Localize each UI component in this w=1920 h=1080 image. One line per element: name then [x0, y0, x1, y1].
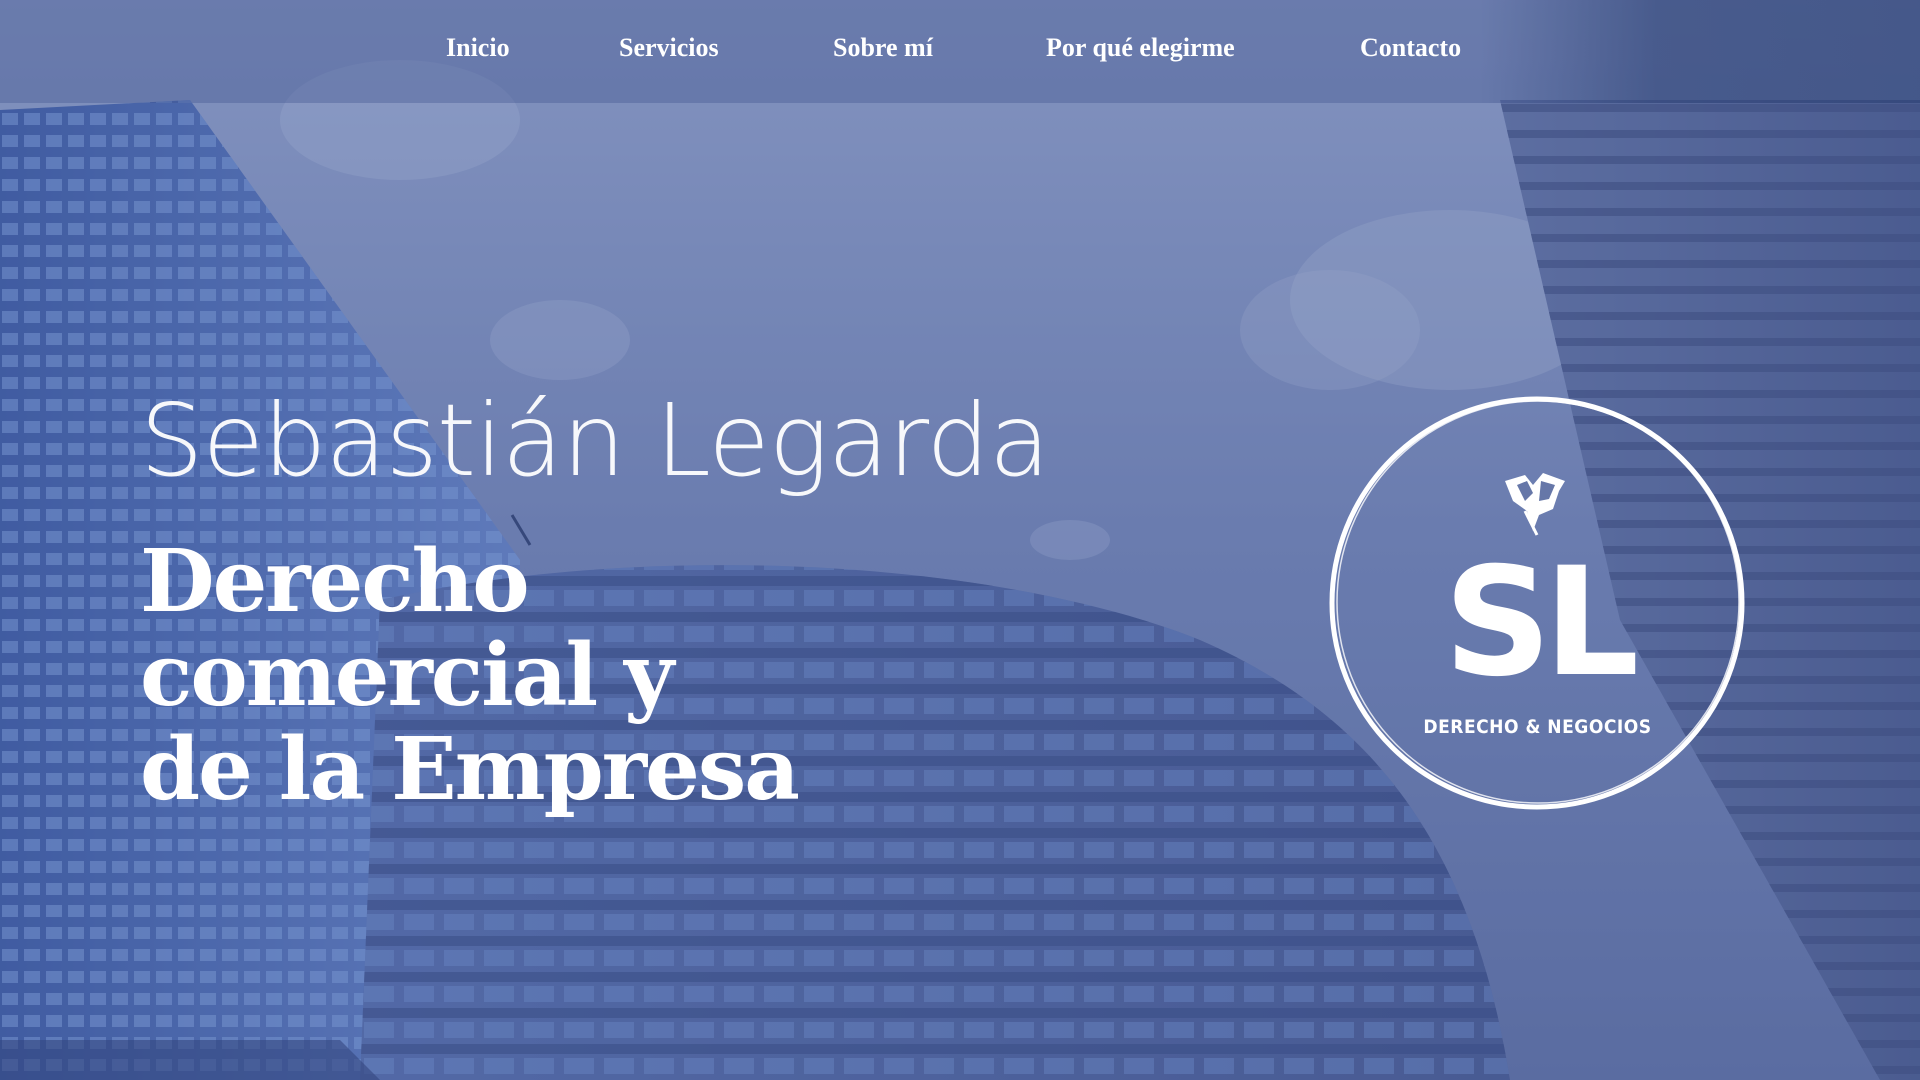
nav-link-inicio[interactable]: Inicio	[446, 33, 510, 63]
graduation-scroll-icon	[1505, 473, 1565, 536]
brand-logo: SL DERECHO & NEGOCIOS	[1325, 393, 1750, 813]
hero-subtitle-line-2: comercial y	[140, 625, 674, 726]
hero-name-heading: Sebastián Legarda	[140, 382, 1050, 499]
nav-links: Inicio Servicios Sobre mí Por qué elegir…	[0, 0, 1920, 100]
nav-link-por-que-elegirme[interactable]: Por qué elegirme	[1046, 33, 1235, 63]
nav-link-servicios[interactable]: Servicios	[619, 33, 719, 63]
logo-initials: SL	[1443, 536, 1640, 710]
nav-link-contacto[interactable]: Contacto	[1360, 33, 1461, 63]
hero-subtitle-line-1: Derecho	[140, 531, 530, 632]
hero-subtitle-heading: Derecho comercial y de la Empresa	[140, 535, 900, 817]
nav-link-sobre-mi[interactable]: Sobre mí	[833, 33, 933, 63]
top-navigation-bar: Inicio Servicios Sobre mí Por qué elegir…	[0, 0, 1920, 103]
hero-subtitle-line-3: de la Empresa	[140, 719, 800, 820]
hero-section: Inicio Servicios Sobre mí Por qué elegir…	[0, 0, 1920, 1080]
logo-tagline: DERECHO & NEGOCIOS	[1423, 716, 1652, 738]
